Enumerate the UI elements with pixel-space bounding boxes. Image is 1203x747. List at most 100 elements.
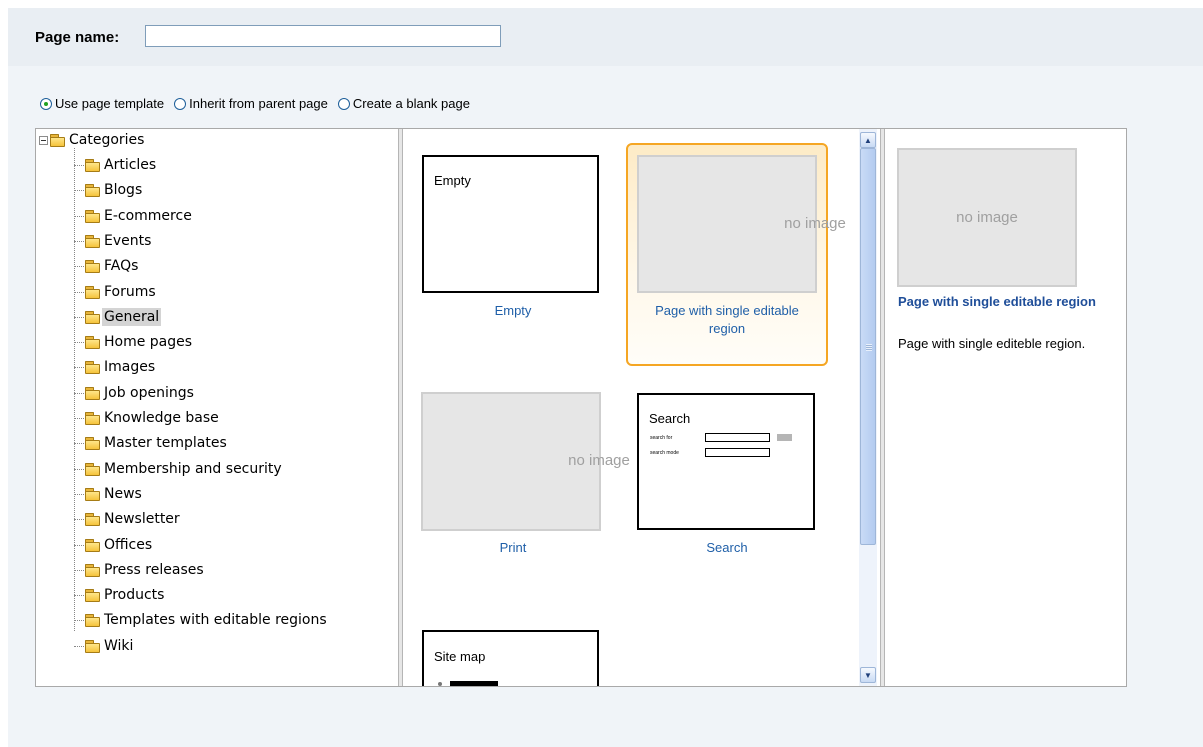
tree-item-label[interactable]: Blogs	[102, 181, 144, 199]
templates-scrollbar[interactable]: ▲ ▼	[859, 129, 877, 686]
tree-item[interactable]: Forums	[74, 282, 158, 302]
tree-item[interactable]: News	[74, 484, 144, 504]
tree-connector	[74, 544, 84, 546]
tree-item-label[interactable]: FAQs	[102, 257, 140, 275]
tree-item-label[interactable]: Articles	[102, 156, 158, 174]
radio-unchecked-icon[interactable]	[337, 97, 350, 110]
tree-item[interactable]: FAQs	[74, 256, 140, 276]
tree-connector	[74, 366, 84, 368]
tree-item[interactable]: Job openings	[74, 383, 196, 403]
scroll-thumb[interactable]	[860, 148, 876, 545]
folder-icon	[85, 589, 100, 602]
tree-item-label[interactable]: Events	[102, 232, 153, 250]
tree-connector	[74, 594, 84, 596]
tree-item[interactable]: Wiki	[74, 636, 135, 656]
tree-connector	[74, 240, 84, 242]
page-name-input[interactable]	[145, 25, 501, 47]
tree-item[interactable]: Offices	[74, 535, 154, 555]
tree-item-label[interactable]: Wiki	[102, 637, 135, 655]
tree-item[interactable]: Master templates	[74, 433, 229, 453]
tree-connector	[74, 619, 84, 621]
search-box-preview	[705, 433, 770, 442]
tree-item[interactable]: Images	[74, 357, 157, 377]
template-label[interactable]: Empty	[423, 302, 603, 320]
folder-icon	[85, 260, 100, 273]
tree-connector	[74, 189, 84, 191]
preview-title: Page with single editable region	[898, 294, 1096, 309]
scroll-up-button[interactable]: ▲	[860, 132, 876, 148]
folder-icon	[85, 336, 100, 349]
tree-item[interactable]: Home pages	[74, 332, 194, 352]
radio-checked-icon[interactable]	[40, 97, 52, 110]
folder-icon	[85, 311, 100, 324]
creation-mode-radio-group: Use page template Inherit from parent pa…	[40, 96, 480, 111]
template-thumbnail[interactable]: Empty	[422, 155, 599, 293]
tree-item-label[interactable]: E-commerce	[102, 207, 194, 225]
tree-item[interactable]: Knowledge base	[74, 408, 221, 428]
template-label[interactable]: Print	[423, 539, 603, 557]
folder-icon	[85, 539, 100, 552]
tree-item-label[interactable]: Press releases	[102, 561, 206, 579]
folder-icon	[85, 513, 100, 526]
panel-splitter-right[interactable]	[880, 129, 885, 686]
tree-item-label[interactable]: Products	[102, 586, 166, 604]
tree-item-label[interactable]: General	[102, 308, 162, 326]
tree-connector	[74, 468, 84, 470]
thumbnail-title: Search	[649, 411, 691, 426]
radio-inherit-from-parent[interactable]: Inherit from parent page	[174, 96, 328, 111]
radio-use-page-template[interactable]: Use page template	[40, 96, 164, 111]
tree-item[interactable]: Articles	[74, 155, 158, 175]
tree-item[interactable]: Press releases	[74, 560, 206, 580]
tree-item[interactable]: Newsletter	[74, 509, 182, 529]
folder-icon	[85, 614, 100, 627]
tree-item-label[interactable]: Membership and security	[102, 460, 284, 478]
tree-item-label[interactable]: Offices	[102, 536, 154, 554]
tree-item-label[interactable]: Forums	[102, 283, 158, 301]
tree-connector	[74, 316, 84, 318]
panel-splitter-left[interactable]	[398, 129, 403, 686]
scroll-grip-icon	[866, 344, 872, 351]
template-thumbnail[interactable]: Site map	[422, 630, 599, 686]
tree-connector	[74, 518, 84, 520]
thumbnail-title: Empty	[434, 173, 471, 188]
tree-connector	[74, 442, 84, 444]
tree-item-label[interactable]: News	[102, 485, 144, 503]
tree-connector	[74, 164, 84, 166]
chevron-down-icon: ▼	[864, 670, 872, 680]
tree-item-label[interactable]: Templates with editable regions	[102, 611, 329, 629]
tree-item-label[interactable]: Home pages	[102, 333, 194, 351]
template-thumbnail[interactable]: Search search for search mode	[637, 393, 815, 530]
tree-item-label[interactable]: Master templates	[102, 434, 229, 452]
tree-item[interactable]: Membership and security	[74, 459, 284, 479]
collapse-icon[interactable]	[39, 135, 48, 145]
tree-item-label[interactable]: Job openings	[102, 384, 196, 402]
tree-item[interactable]: Events	[74, 231, 153, 251]
template-label[interactable]: Page with single editable region	[637, 302, 817, 338]
folder-icon	[85, 564, 100, 577]
tree-item-label[interactable]: Images	[102, 358, 157, 376]
tree-item-label[interactable]: Newsletter	[102, 510, 182, 528]
folder-icon	[85, 640, 100, 653]
template-label[interactable]: Search	[637, 539, 817, 557]
tree-item[interactable]: Blogs	[74, 180, 144, 200]
tree-connector	[74, 291, 84, 293]
scroll-down-button[interactable]: ▼	[860, 667, 876, 683]
folder-icon	[85, 463, 100, 476]
tree-item-label[interactable]: Knowledge base	[102, 409, 221, 427]
tree-item[interactable]: Templates with editable regions	[74, 610, 329, 630]
template-thumbnail-clip: Site map	[422, 630, 599, 686]
folder-icon	[50, 134, 65, 147]
template-thumbnail[interactable]: no image	[421, 392, 630, 531]
tree-item[interactable]: E-commerce	[74, 206, 194, 226]
tree-connector	[74, 215, 84, 217]
radio-label: Create a blank page	[352, 96, 470, 111]
tree-item[interactable]: Products	[74, 585, 166, 605]
tree-item[interactable]: General	[74, 307, 162, 327]
template-thumbnail[interactable]: no image	[637, 155, 846, 293]
tree-root-categories[interactable]: Categories	[39, 131, 146, 149]
tree-root-label[interactable]: Categories	[67, 131, 146, 149]
radio-create-blank-page[interactable]: Create a blank page	[337, 96, 470, 111]
radio-unchecked-icon[interactable]	[174, 97, 187, 110]
tree-connector	[74, 392, 84, 394]
folder-icon	[85, 184, 100, 197]
